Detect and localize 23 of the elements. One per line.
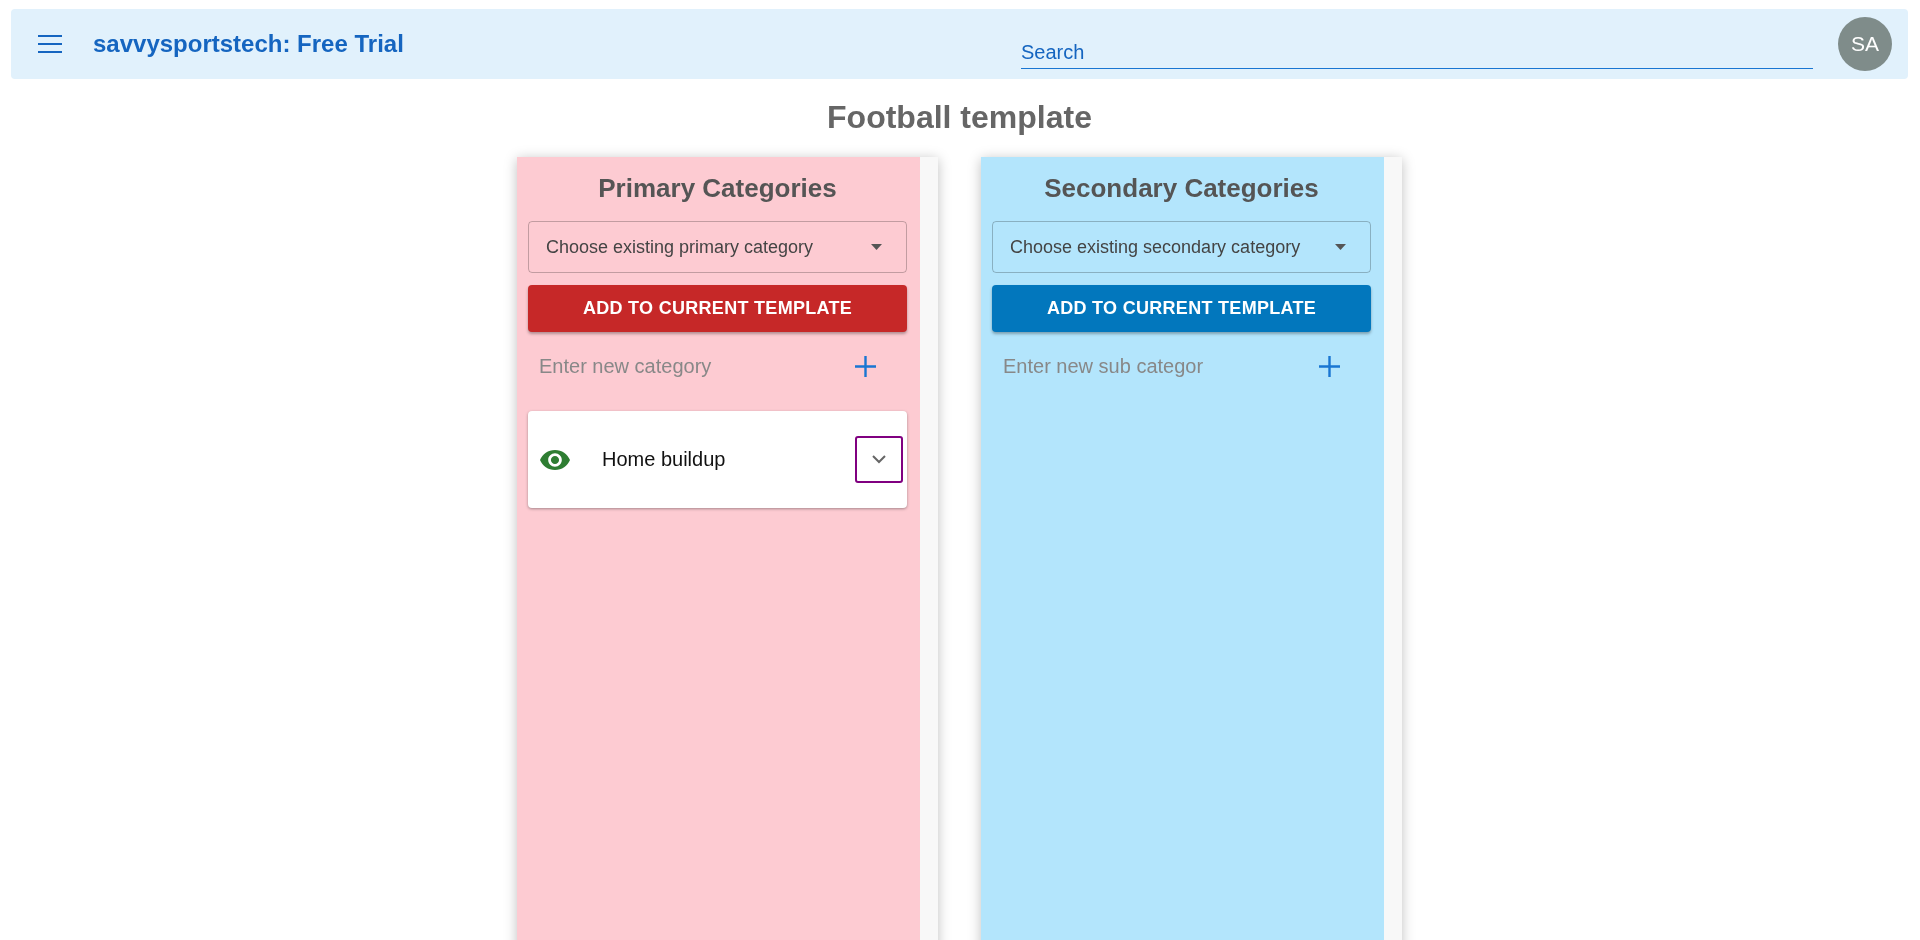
panel-title: Secondary Categories <box>1043 172 1320 204</box>
dropdown-caret-icon <box>1335 244 1346 250</box>
page-title: Football template <box>826 98 1093 137</box>
new-category-input[interactable]: Enter new category <box>539 351 843 381</box>
new-category-input[interactable]: Enter new sub categor <box>1003 351 1307 381</box>
category-name: Home buildup <box>602 448 726 471</box>
plus-icon[interactable] <box>855 355 876 377</box>
dropdown-caret-icon <box>871 244 882 250</box>
menu-icon[interactable] <box>38 35 62 53</box>
chevron-down-icon <box>872 455 886 464</box>
search-field[interactable]: Search <box>1021 29 1813 69</box>
panel-title: Primary Categories <box>597 172 838 204</box>
app-title: savvysportstech: Free Trial <box>93 30 404 58</box>
user-avatar[interactable]: SA <box>1838 17 1892 71</box>
plus-icon[interactable] <box>1319 355 1340 377</box>
category-select[interactable]: Choose existing primary category <box>528 221 907 273</box>
expand-button[interactable] <box>855 436 903 483</box>
category-select[interactable]: Choose existing secondary category <box>992 221 1371 273</box>
add-to-template-button[interactable]: ADD TO CURRENT TEMPLATE <box>528 285 907 332</box>
eye-icon[interactable] <box>540 449 570 470</box>
scrollbar-track[interactable] <box>1384 157 1402 940</box>
add-to-template-button[interactable]: ADD TO CURRENT TEMPLATE <box>992 285 1371 332</box>
scrollbar-track[interactable] <box>920 157 938 940</box>
